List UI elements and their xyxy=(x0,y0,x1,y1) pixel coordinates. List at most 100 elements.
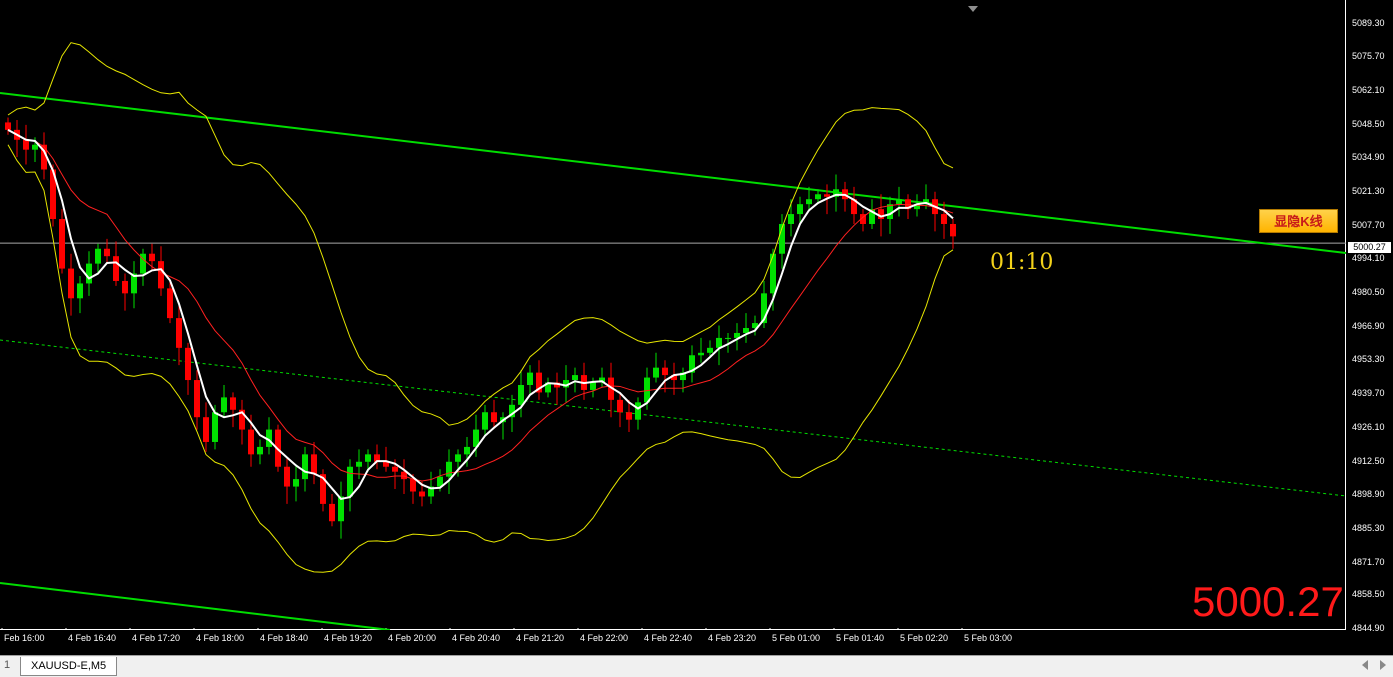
candle-body xyxy=(491,412,497,423)
candle-body xyxy=(626,412,632,420)
candle-body xyxy=(743,328,749,333)
x-tick-label: 4 Feb 16:40 xyxy=(68,633,117,643)
y-tick-label: 4885.30 xyxy=(1352,522,1385,533)
candle-body xyxy=(203,417,209,442)
scroll-right-icon[interactable] xyxy=(1380,660,1386,670)
price-axis[interactable]: 5089.30 5075.70 5062.10 5048.50 5034.90 5021.… xyxy=(1346,0,1393,633)
candle-body xyxy=(653,367,659,378)
chart-window[interactable]: 5089.30 5075.70 5062.10 5048.50 5034.90 5021.… xyxy=(0,0,1393,655)
candle-body xyxy=(941,214,947,224)
current-price-tag: 5000.27 xyxy=(1348,242,1391,253)
symbol-tab[interactable]: XAUUSD-E,M5 xyxy=(20,657,118,676)
y-tick-label: 4994.10 xyxy=(1352,253,1385,264)
candle-body xyxy=(446,461,452,477)
bollinger-upper-line xyxy=(7,42,954,426)
y-tick-label: 4898.90 xyxy=(1352,489,1385,500)
chart-tab-bar: 1 XAUUSD-E,M5 xyxy=(0,655,1393,677)
candle-body xyxy=(635,402,641,420)
x-tick-label: 5 Feb 01:00 xyxy=(772,633,821,643)
candle-body xyxy=(419,491,425,497)
candle-body xyxy=(329,503,335,522)
candle-body xyxy=(950,223,956,237)
x-tick-label: Feb 16:00 xyxy=(4,633,45,643)
candle-body xyxy=(185,347,191,381)
candle-body xyxy=(896,199,902,205)
candle-body xyxy=(338,496,344,522)
candle-body xyxy=(347,466,353,497)
y-tick-label: 5007.70 xyxy=(1352,219,1385,230)
candle-body xyxy=(32,144,38,150)
candle-body xyxy=(221,397,227,413)
bar-countdown-label: 01:10 xyxy=(990,250,1054,275)
candle-body xyxy=(662,367,668,376)
candle-body xyxy=(707,347,713,353)
candle-body xyxy=(122,280,128,294)
candle-body xyxy=(455,454,461,462)
candle-body xyxy=(59,219,65,269)
candle-body xyxy=(617,399,623,413)
candle-body xyxy=(797,204,803,215)
candle-body xyxy=(5,122,11,130)
y-tick-label: 4871.70 xyxy=(1352,556,1385,567)
x-tick-label: 5 Feb 02:20 xyxy=(900,633,949,643)
candle-body xyxy=(167,288,173,319)
candle-body xyxy=(95,248,101,264)
price-chart[interactable] xyxy=(0,0,1346,630)
candle-body xyxy=(725,337,731,339)
x-tick-label: 4 Feb 17:20 xyxy=(132,633,181,643)
candle-body xyxy=(824,194,830,197)
scroll-left-icon[interactable] xyxy=(1362,660,1368,670)
candle-body xyxy=(113,256,119,281)
x-tick-label: 4 Feb 23:20 xyxy=(708,633,757,643)
y-tick-label: 4926.10 xyxy=(1352,421,1385,432)
big-price-label: 5000.27 xyxy=(1192,578,1344,625)
x-tick-label: 4 Feb 20:40 xyxy=(452,633,501,643)
candle-body xyxy=(392,466,398,472)
chart-shift-marker-icon[interactable] xyxy=(968,6,978,12)
candle-body xyxy=(77,283,83,299)
y-tick-label: 5075.70 xyxy=(1352,51,1385,62)
channel-middle-line[interactable] xyxy=(0,339,1346,497)
y-tick-label: 4939.70 xyxy=(1352,388,1385,399)
candle-body xyxy=(68,268,74,299)
toggle-candles-button[interactable]: 显隐K线 xyxy=(1259,209,1338,233)
y-tick-label: 4912.50 xyxy=(1352,455,1385,466)
y-tick-label: 5021.30 xyxy=(1352,186,1385,197)
candle-body xyxy=(248,429,254,455)
candle-body xyxy=(527,372,533,385)
candle-body xyxy=(149,253,155,262)
candle-body xyxy=(86,263,92,284)
candle-body xyxy=(788,214,794,224)
candle-body xyxy=(293,479,299,487)
candle-body xyxy=(158,261,164,289)
candle-body xyxy=(806,199,812,205)
candle-body xyxy=(257,446,263,455)
moving-average-fast-line xyxy=(7,128,954,501)
x-tick-label: 4 Feb 21:20 xyxy=(516,633,565,643)
y-tick-label: 4966.90 xyxy=(1352,320,1385,331)
y-tick-label: 5062.10 xyxy=(1352,84,1385,95)
candle-body xyxy=(482,412,488,430)
candle-body xyxy=(572,375,578,381)
candle-body xyxy=(176,318,182,348)
candle-body xyxy=(104,248,110,257)
tab-index: 1 xyxy=(4,659,11,671)
candle-body xyxy=(230,397,236,410)
candle-body xyxy=(518,384,524,405)
y-tick-label: 5048.50 xyxy=(1352,118,1385,129)
channel-lower-line[interactable] xyxy=(0,582,391,630)
candle-body xyxy=(365,454,371,462)
moving-average-slow-line xyxy=(7,129,954,482)
candle-body xyxy=(23,139,29,150)
candle-body xyxy=(590,382,596,390)
candle-body xyxy=(194,380,200,418)
x-tick-label: 5 Feb 03:00 xyxy=(964,633,1013,643)
y-tick-label: 4844.90 xyxy=(1352,623,1385,633)
y-tick-label: 4858.50 xyxy=(1352,589,1385,600)
candle-body xyxy=(302,454,308,480)
x-tick-label: 4 Feb 22:40 xyxy=(644,633,693,643)
channel-upper-line[interactable] xyxy=(0,92,1346,254)
candle-body xyxy=(284,466,290,487)
y-tick-label: 5089.30 xyxy=(1352,17,1385,28)
x-tick-label: 4 Feb 18:40 xyxy=(260,633,309,643)
